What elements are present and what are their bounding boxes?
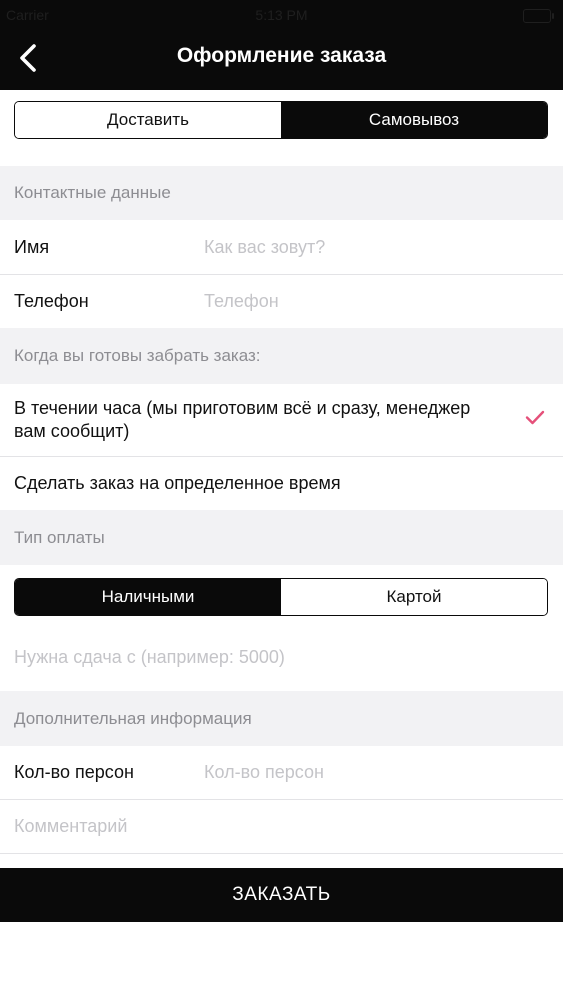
name-row: Имя xyxy=(0,220,563,274)
change-row xyxy=(0,632,563,682)
pickup-option-within-hour[interactable]: В течении часа (мы приготовим всё и сраз… xyxy=(0,384,563,456)
pickup-option-within-hour-label: В течении часа (мы приготовим всё и сраз… xyxy=(14,398,471,441)
phone-input[interactable] xyxy=(204,291,534,312)
pickup-option-scheduled-label: Сделать заказ на определенное время xyxy=(14,473,341,493)
persons-input[interactable] xyxy=(204,762,534,783)
comment-row xyxy=(0,800,563,853)
cash-option-button[interactable]: Наличными xyxy=(15,579,281,615)
order-checkout-screen: Carrier 5:13 PM Оформление заказа Достав… xyxy=(0,0,563,1000)
battery-icon xyxy=(523,9,554,23)
pickup-time-section-header: Когда вы готовы забрать заказ: xyxy=(0,328,563,384)
persons-row: Кол-во персон xyxy=(0,746,563,799)
payment-type-toggle: Наличными Картой xyxy=(14,578,548,616)
status-bar: Carrier 5:13 PM xyxy=(0,0,563,30)
phone-row: Телефон xyxy=(0,275,563,328)
delivery-method-toggle: Доставить Самовывоз xyxy=(14,101,548,139)
extra-info-section-header: Дополнительная информация xyxy=(0,691,563,746)
comment-input[interactable] xyxy=(14,816,534,837)
phone-label: Телефон xyxy=(14,291,89,311)
status-time: 5:13 PM xyxy=(255,7,308,23)
checkmark-icon xyxy=(525,410,545,431)
name-input[interactable] xyxy=(204,236,534,258)
row-divider xyxy=(0,853,563,854)
change-amount-input[interactable] xyxy=(14,646,534,668)
name-label: Имя xyxy=(14,236,50,257)
pickup-option-button[interactable]: Самовывоз xyxy=(281,102,547,138)
persons-label: Кол-во персон xyxy=(14,762,134,782)
card-option-button[interactable]: Картой xyxy=(281,579,547,615)
delivery-option-button[interactable]: Доставить xyxy=(15,102,281,138)
payment-section-header: Тип оплаты xyxy=(0,510,563,565)
page-title: Оформление заказа xyxy=(176,44,387,67)
pickup-option-scheduled[interactable]: Сделать заказ на определенное время xyxy=(0,457,563,510)
contacts-section-header: Контактные данные xyxy=(0,166,563,220)
navigation-header: Carrier 5:13 PM Оформление заказа xyxy=(0,0,563,90)
submit-order-button[interactable]: ЗАКАЗАТЬ xyxy=(0,868,563,922)
